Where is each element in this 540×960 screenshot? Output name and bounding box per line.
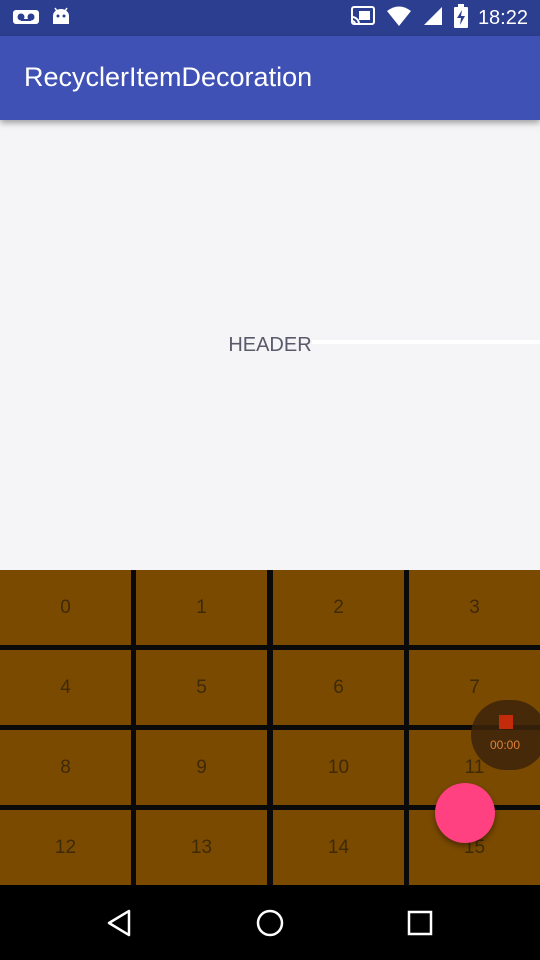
app-title: RecyclerItemDecoration xyxy=(24,62,313,92)
grid-item[interactable]: 5 xyxy=(136,650,267,725)
home-icon[interactable] xyxy=(250,903,290,943)
grid-item[interactable]: 10 xyxy=(273,730,404,805)
header-label: HEADER xyxy=(228,334,312,356)
status-time: 18:22 xyxy=(477,6,528,29)
floating-action-button[interactable] xyxy=(435,783,495,843)
grid-item[interactable]: 12 xyxy=(0,810,131,885)
grid-item[interactable]: 6 xyxy=(273,650,404,725)
grid-item[interactable]: 3 xyxy=(409,570,540,645)
grid-item[interactable]: 4 xyxy=(0,650,131,725)
grid-item[interactable]: 13 xyxy=(136,810,267,885)
screen-recorder-overlay[interactable]: 00:00 xyxy=(471,700,540,770)
grid-item[interactable]: 1 xyxy=(136,570,267,645)
header-section: HEADER xyxy=(0,120,540,570)
grid-item[interactable]: 9 xyxy=(136,730,267,805)
stop-record-icon[interactable] xyxy=(499,715,513,729)
grid-item[interactable]: 14 xyxy=(273,810,404,885)
navigation-bar xyxy=(0,885,540,960)
android-icon xyxy=(50,6,72,32)
app-bar: RecyclerItemDecoration xyxy=(0,36,540,120)
record-timer: 00:00 xyxy=(489,738,521,752)
signal-icon xyxy=(422,5,444,31)
status-bar: 18:22 xyxy=(0,0,540,36)
grid-item[interactable]: 0 xyxy=(0,570,131,645)
grid-item[interactable]: 2 xyxy=(273,570,404,645)
grid-item[interactable]: 8 xyxy=(0,730,131,805)
back-icon[interactable] xyxy=(100,903,140,943)
voicemail-icon xyxy=(12,6,40,32)
recents-icon[interactable] xyxy=(400,903,440,943)
wifi-icon xyxy=(386,5,412,31)
battery-charging-icon xyxy=(453,4,468,32)
cast-icon xyxy=(350,5,376,31)
